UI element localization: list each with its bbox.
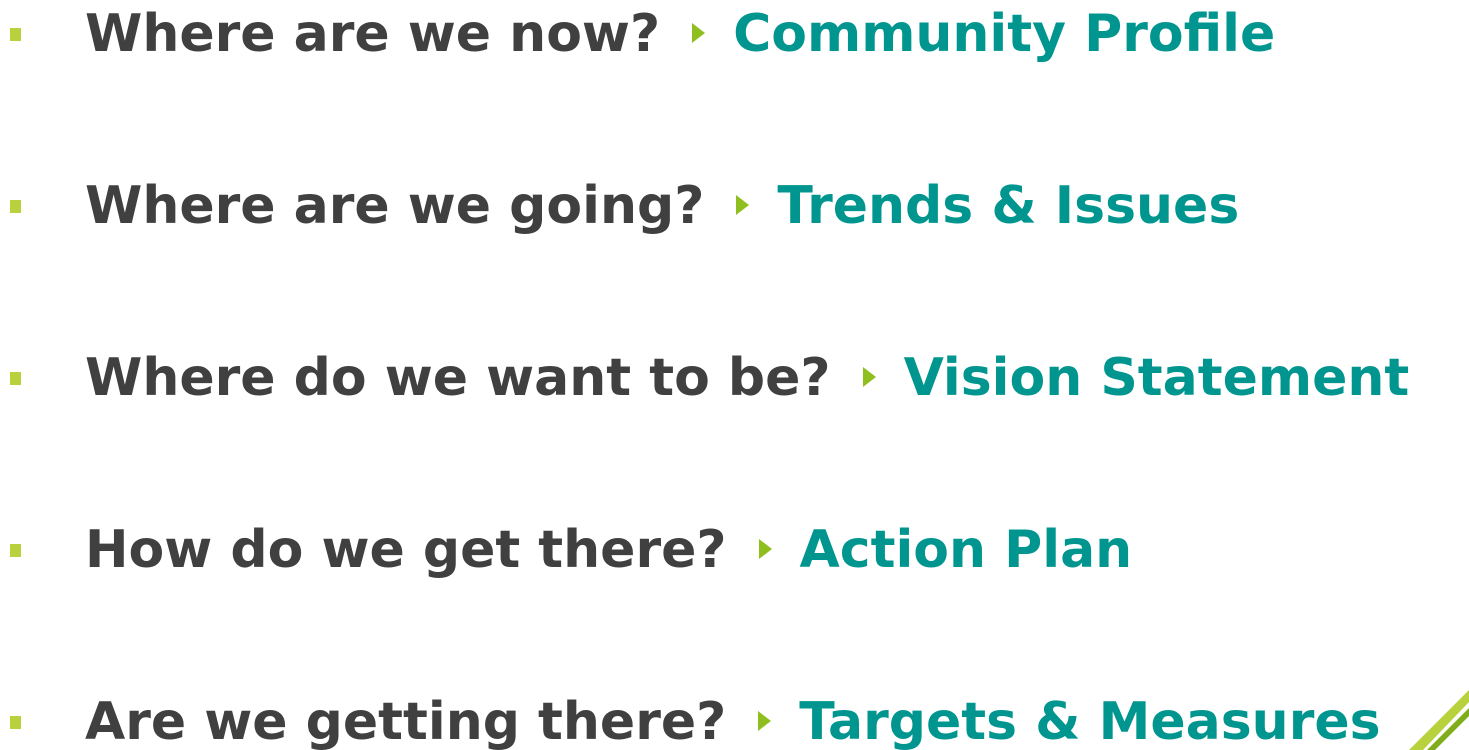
list-item: Where do we want to be? Vision Statement	[0, 338, 1469, 418]
answer-text: Action Plan	[799, 520, 1133, 580]
question-text-wrap: Where are we going? Trends & Issues	[85, 180, 1239, 232]
arrow-right-icon	[862, 367, 876, 387]
bullet-icon	[10, 27, 21, 41]
bullet-icon	[10, 199, 21, 213]
list-item: How do we get there? Action Plan	[0, 510, 1469, 590]
question-text-wrap: Where do we want to be? Vision Statement	[85, 352, 1409, 404]
answer-text: Trends & Issues	[777, 176, 1240, 236]
question-text-wrap: Are we getting there? Targets & Measures	[85, 696, 1381, 748]
arrow-right-icon	[758, 711, 772, 731]
corner-swoosh-decoration	[1409, 690, 1469, 750]
question-text-wrap: How do we get there? Action Plan	[85, 524, 1132, 576]
bullet-icon	[10, 543, 21, 557]
question-text-wrap: Where are we now? Community Profile	[85, 8, 1275, 60]
bullet-icon	[10, 715, 21, 729]
list-item: Where are we going? Trends & Issues	[0, 166, 1469, 246]
answer-text: Targets & Measures	[799, 692, 1381, 750]
question-text: Where are we going?	[85, 176, 705, 236]
answer-text: Vision Statement	[903, 348, 1410, 408]
question-text: How do we get there?	[85, 520, 727, 580]
arrow-right-icon	[758, 539, 772, 559]
answer-text: Community Profile	[733, 4, 1276, 64]
arrow-right-icon	[692, 23, 706, 43]
question-text: Where do we want to be?	[85, 348, 831, 408]
bullet-icon	[10, 371, 21, 385]
arrow-right-icon	[736, 195, 750, 215]
question-text: Are we getting there?	[85, 692, 727, 750]
list-item: Are we getting there? Targets & Measures	[0, 682, 1469, 750]
question-text: Where are we now?	[85, 4, 661, 64]
list-item: Where are we now? Community Profile	[0, 0, 1469, 74]
slide: Where are we now? Community Profile Where…	[0, 0, 1469, 750]
